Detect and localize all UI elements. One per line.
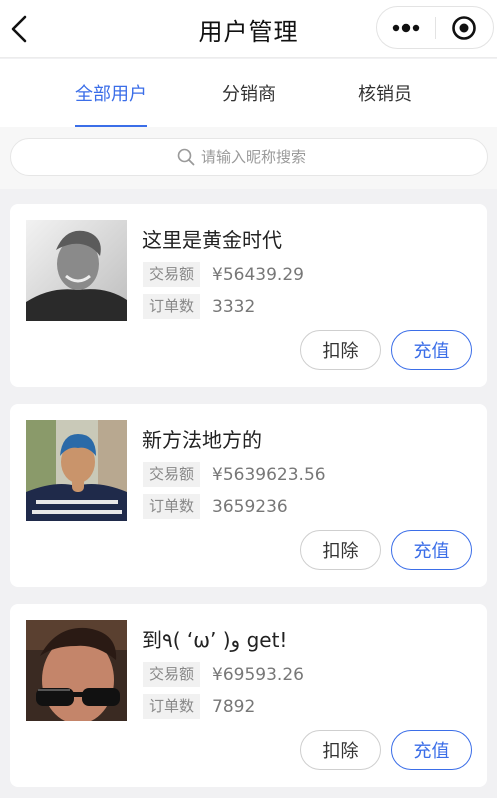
order-row: 订单数 7892 [143, 694, 255, 719]
order-count: 7892 [212, 696, 256, 717]
user-card: 这里是黄金时代 交易额 ¥56439.29 订单数 3332 扣除 充值 [10, 204, 487, 387]
tab-all-users[interactable]: 全部用户 [62, 59, 160, 127]
trade-row: 交易额 ¥69593.26 [143, 662, 304, 687]
user-photo-icon [26, 420, 127, 521]
trade-amount: ¥69593.26 [212, 664, 304, 685]
tab-distributors[interactable]: 分销商 [200, 59, 298, 127]
navbar: 用户管理 [0, 0, 497, 58]
user-photo-icon [26, 620, 127, 721]
search-bar [0, 127, 497, 189]
trade-amount: ¥5639623.56 [212, 464, 326, 485]
more-dots-icon [392, 23, 419, 32]
trade-label: 交易额 [143, 462, 201, 487]
order-label: 订单数 [143, 294, 201, 319]
order-count: 3332 [212, 296, 256, 317]
target-close-icon [452, 15, 477, 40]
avatar [26, 420, 127, 521]
avatar [26, 620, 127, 721]
avatar [26, 220, 127, 321]
trade-label: 交易额 [143, 262, 201, 287]
recharge-button[interactable]: 充值 [391, 330, 472, 370]
trade-row: 交易额 ¥5639623.56 [143, 462, 326, 487]
recharge-button[interactable]: 充值 [391, 530, 472, 570]
order-count: 3659236 [212, 496, 288, 517]
user-name: 新方法地方的 [142, 428, 262, 452]
search-box[interactable] [10, 138, 488, 176]
deduct-button[interactable]: 扣除 [300, 530, 381, 570]
search-input[interactable] [201, 148, 321, 166]
search-icon [177, 148, 195, 166]
order-row: 订单数 3659236 [143, 494, 288, 519]
trade-row: 交易额 ¥56439.29 [143, 262, 304, 287]
user-card: 新方法地方的 交易额 ¥5639623.56 订单数 3659236 扣除 充值 [10, 404, 487, 587]
order-label: 订单数 [143, 694, 201, 719]
tab-bar: 全部用户 分销商 核销员 [0, 59, 497, 127]
deduct-button[interactable]: 扣除 [300, 330, 381, 370]
mini-program-capsule [376, 6, 494, 49]
recharge-button[interactable]: 充值 [391, 730, 472, 770]
close-button[interactable] [435, 7, 493, 48]
user-name: 这里是黄金时代 [142, 228, 282, 252]
order-label: 订单数 [143, 494, 201, 519]
user-photo-icon [26, 220, 127, 321]
order-row: 订单数 3332 [143, 294, 255, 319]
chevron-left-icon [11, 15, 27, 43]
user-card: 到٩( ‘ω’ )و get! 交易额 ¥69593.26 订单数 7892 扣… [10, 604, 487, 787]
more-button[interactable] [377, 7, 435, 48]
user-name: 到٩( ‘ω’ )و get! [142, 628, 288, 652]
back-button[interactable] [4, 12, 34, 46]
trade-label: 交易额 [143, 662, 201, 687]
trade-amount: ¥56439.29 [212, 264, 304, 285]
deduct-button[interactable]: 扣除 [300, 730, 381, 770]
tab-verifiers[interactable]: 核销员 [336, 59, 434, 127]
